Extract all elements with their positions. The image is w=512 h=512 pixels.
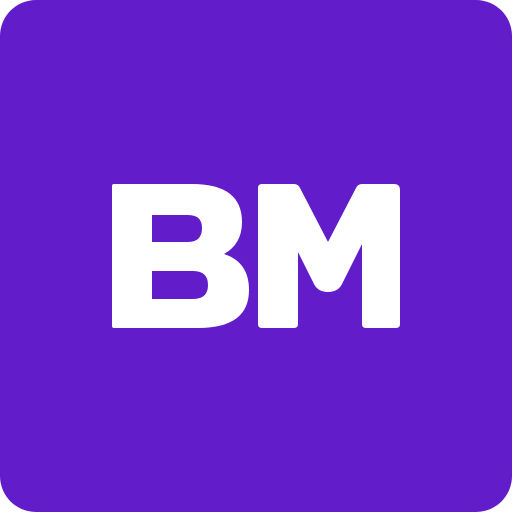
letter-m-glyph: [258, 184, 400, 328]
monogram-logo: [112, 184, 400, 328]
app-icon: [0, 0, 512, 512]
letter-b-glyph: [112, 184, 249, 328]
